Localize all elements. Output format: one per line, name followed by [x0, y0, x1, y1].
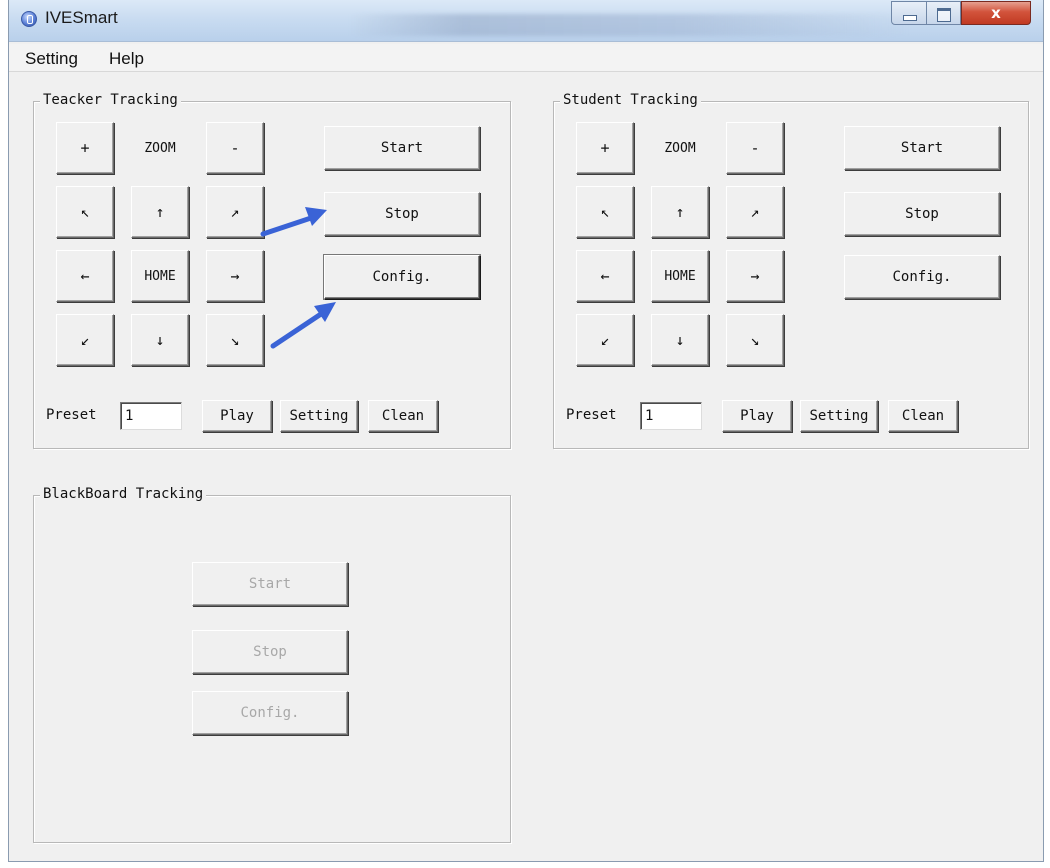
annotation-arrow-to-config — [270, 302, 336, 349]
ivesmart-window: IVESmart x Setting Help Teacker Tracking… — [8, 0, 1044, 862]
annotation-arrows — [260, 207, 336, 349]
annotation-arrow-to-stop — [260, 207, 327, 237]
